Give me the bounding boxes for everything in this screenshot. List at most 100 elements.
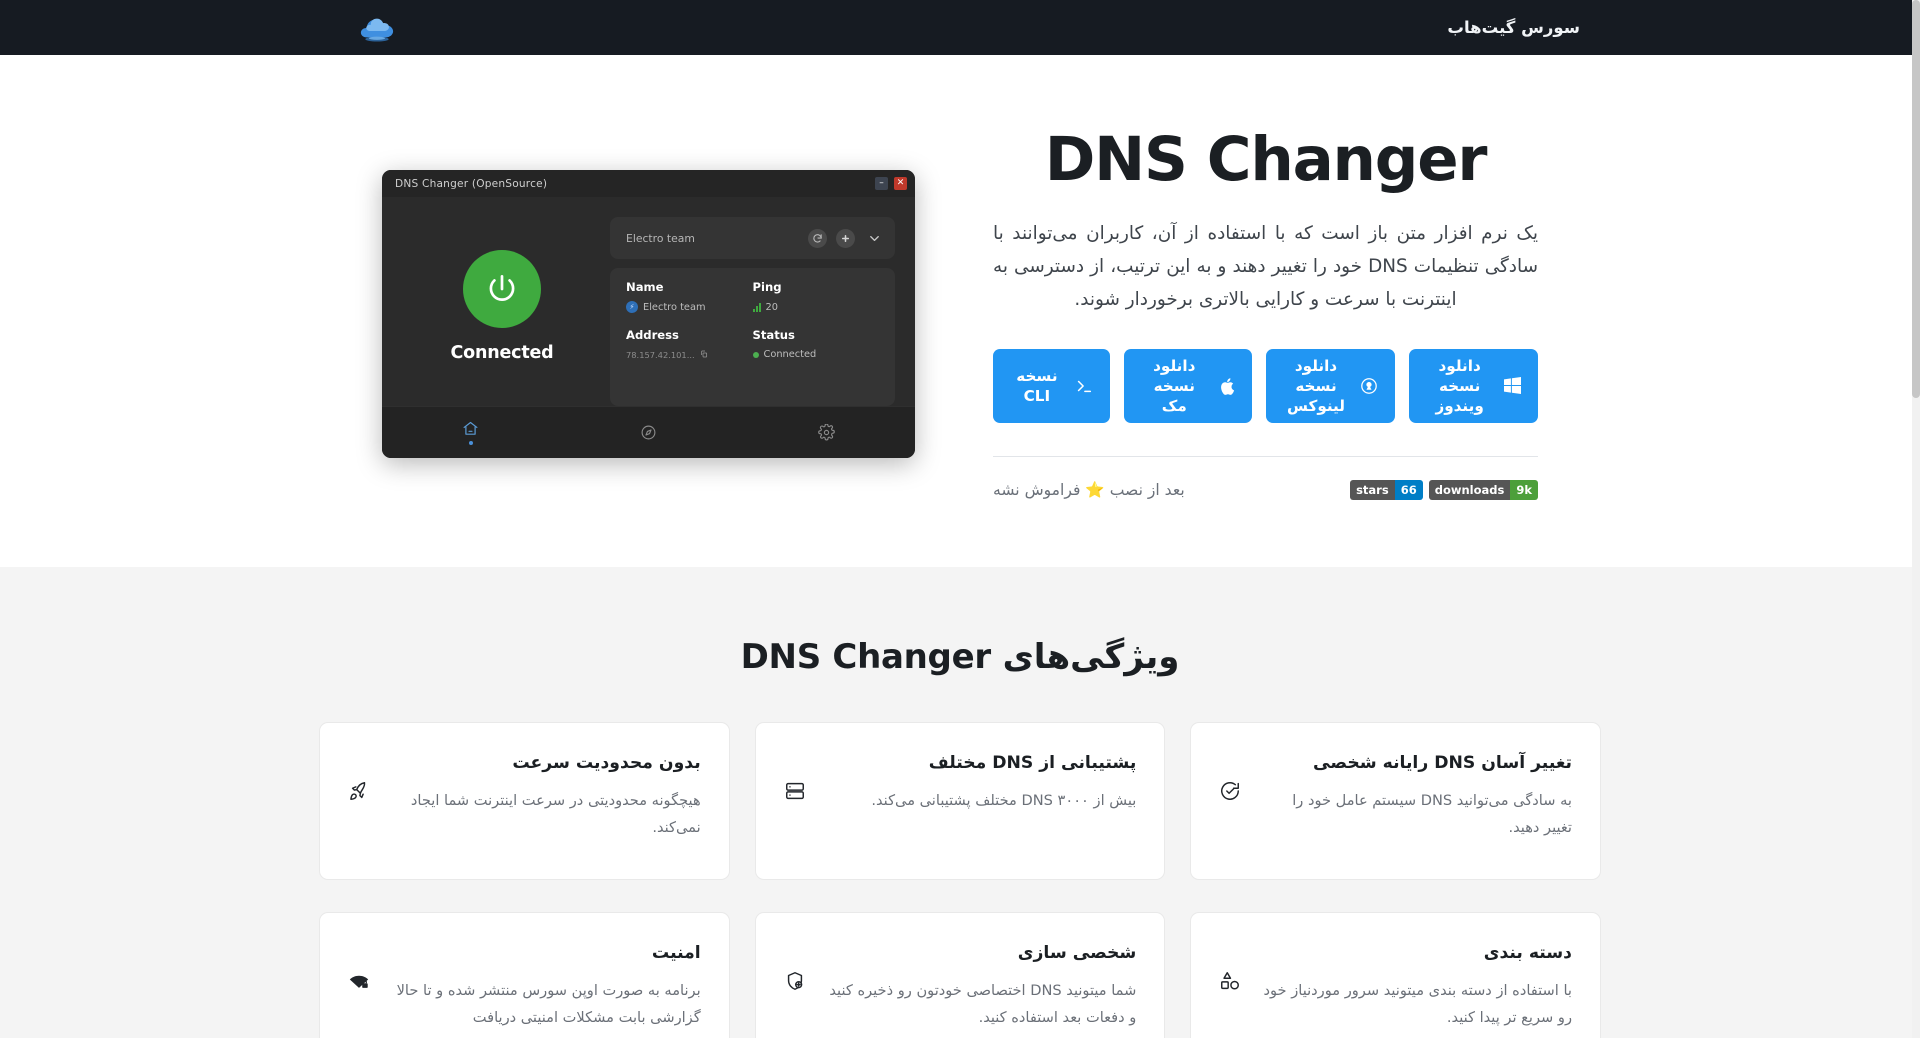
feature-card: امنیت برنامه به صورت اوپن سورس منتشر شده… — [319, 912, 730, 1038]
scrollbar-thumb[interactable] — [1912, 0, 1920, 398]
chevron-down-icon[interactable] — [864, 231, 882, 246]
column-header-status: Status — [752, 328, 795, 342]
dns-row-ping-text: 20 — [765, 301, 778, 313]
server-icon — [784, 751, 806, 806]
column-header-name: Name — [626, 280, 664, 294]
app-bottom-nav — [382, 406, 915, 458]
nav-active-dot — [468, 441, 473, 445]
brand-logo[interactable] — [355, 11, 399, 45]
minimize-button[interactable]: – — [875, 177, 888, 190]
home-icon — [463, 421, 478, 435]
dns-row-ping: 20 — [752, 301, 880, 313]
app-preview-window: DNS Changer (OpenSource) – ✕ Connected E… — [382, 170, 915, 458]
hero-text-column: DNS Changer یک نرم افزار متن باز است که … — [993, 124, 1538, 500]
window-controls: – ✕ — [875, 177, 907, 190]
power-icon — [489, 274, 515, 301]
check-circle-rotate-icon — [1219, 751, 1241, 806]
dns-row-name: ⚡ Electro team — [626, 301, 753, 313]
dns-row-address: 78.157.42.101... — [626, 349, 753, 360]
dns-row-name-text: Electro team — [643, 301, 706, 313]
features-section: ویژگی‌های DNS Changer تغییر آسان DNS رای… — [0, 567, 1920, 1038]
wifi-lock-glyph — [349, 975, 369, 988]
dns-profile-name: Electro team — [626, 231, 695, 245]
power-toggle-button[interactable] — [463, 250, 541, 328]
feature-card-title: بدون محدودیت سرعت — [512, 753, 701, 773]
repo-badges: downloads 9k stars 66 — [1350, 479, 1538, 500]
stars-badge[interactable]: stars 66 — [1350, 479, 1423, 500]
nav-settings[interactable] — [817, 424, 835, 441]
hero-divider — [993, 455, 1538, 457]
dns-row-status: Connected — [752, 349, 880, 360]
download-windows-button[interactable]: دانلود نسخه ویندوز — [1409, 348, 1538, 423]
feature-card-desc: به سادگی می‌توانید DNS سیستم عامل خود را… — [1292, 792, 1572, 837]
nav-explore[interactable] — [640, 424, 657, 441]
windows-icon — [1504, 377, 1521, 395]
server-panel: Electro team Name Ping ⚡ Electro team 20… — [610, 213, 895, 406]
download-linux-label: دانلود نسخه لینوکس — [1287, 356, 1345, 415]
dns-row-status-text: Connected — [763, 349, 817, 360]
feature-card-text: بدون محدودیت سرعت هیچگونه محدودیتی در سر… — [392, 751, 701, 842]
feature-card-desc: بیش از ۳۰۰۰ DNS مختلف پشتیبانی می‌کند. — [871, 792, 1137, 810]
refresh-icon[interactable] — [808, 228, 827, 248]
wifi-lock-icon — [348, 941, 370, 996]
nav-link-github-source[interactable]: سورس گیت‌هاب — [1447, 18, 1580, 37]
feature-card-text: دسته بندی با استفاده از دسته بندی میتونی… — [1263, 941, 1572, 1032]
page-title: DNS Changer — [1044, 124, 1488, 196]
copy-icon[interactable] — [700, 350, 708, 360]
feature-card: دسته بندی با استفاده از دسته بندی میتونی… — [1190, 912, 1601, 1038]
top-navbar: سورس گیت‌هاب — [0, 0, 1920, 55]
app-titlebar: DNS Changer (OpenSource) – ✕ — [382, 170, 915, 197]
dns-details-card: Name Ping ⚡ Electro team 20 Address Stat… — [610, 268, 895, 406]
hero-description: یک نرم افزار متن باز است که با استفاده ا… — [993, 223, 1538, 310]
compass-icon — [641, 425, 656, 440]
close-button[interactable]: ✕ — [894, 177, 907, 190]
shapes-icon — [1219, 941, 1241, 996]
star-reminder-note: بعد از نصب ⭐ فراموش نشه — [993, 480, 1185, 499]
feature-card-title: پشتیبانی از DNS مختلف — [928, 753, 1137, 773]
feature-card-title: تغییر آسان DNS رایانه شخصی — [1313, 753, 1572, 773]
shield-plus-icon — [784, 941, 806, 996]
app-window-title: DNS Changer (OpenSource) — [395, 177, 548, 190]
navbar-links: سورس گیت‌هاب — [1447, 18, 1580, 37]
apple-icon — [1219, 377, 1235, 395]
feature-card-desc: با استفاده از دسته بندی میتونید سرور مور… — [1263, 982, 1572, 1027]
feature-card: شخصی سازی شما میتونید DNS اختصاصی خودتون… — [754, 912, 1166, 1038]
feature-card: بدون محدودیت سرعت هیچگونه محدودیتی در سر… — [319, 722, 730, 880]
terminal-icon — [1075, 377, 1093, 395]
download-mac-button[interactable]: دانلود نسخه مک — [1123, 348, 1252, 423]
provider-avatar-icon: ⚡ — [626, 301, 638, 313]
download-windows-label: دانلود نسخه ویندوز — [1435, 356, 1484, 415]
dns-profile-selector[interactable]: Electro team — [610, 217, 895, 259]
dns-row-address-text: 78.157.42.101... — [626, 349, 695, 360]
page-scrollbar[interactable] — [1912, 0, 1920, 1038]
gear-icon — [817, 424, 835, 441]
feature-card-desc: برنامه به صورت اوپن سورس منتشر شده و تا … — [396, 982, 701, 1027]
download-cli-button[interactable]: نسخه CLI — [993, 348, 1110, 423]
connection-status-label: Connected — [450, 343, 554, 363]
feature-card: تغییر آسان DNS رایانه شخصی به سادگی می‌ت… — [1190, 722, 1601, 880]
features-grid: تغییر آسان DNS رایانه شخصی به سادگی می‌ت… — [319, 722, 1601, 1038]
signal-bars-icon — [752, 302, 761, 312]
downloads-badge-value: 9k — [1510, 479, 1538, 500]
download-linux-button[interactable]: دانلود نسخه لینوکس — [1265, 348, 1396, 423]
add-icon[interactable] — [836, 228, 855, 248]
app-body: Connected Electro team Name Ping ⚡ Elect… — [382, 197, 915, 406]
status-dot-icon — [752, 351, 759, 358]
column-header-ping: Ping — [752, 280, 782, 294]
feature-card-title: شخصی سازی — [1017, 943, 1137, 963]
nav-home[interactable] — [462, 420, 479, 445]
rocket-icon — [348, 751, 370, 806]
hero-footer-row: بعد از نصب ⭐ فراموش نشه downloads 9k sta… — [993, 479, 1538, 500]
dns-details-grid: Name Ping ⚡ Electro team 20 Address Stat… — [626, 280, 879, 360]
downloads-badge[interactable]: downloads 9k — [1428, 479, 1538, 500]
feature-card-desc: شما میتونید DNS اختصاصی خودتون رو ذخیره … — [829, 982, 1137, 1027]
feature-card-text: شخصی سازی شما میتونید DNS اختصاصی خودتون… — [828, 941, 1137, 1032]
download-buttons-row: دانلود نسخه ویندوز دانلود نسخه لینوکس دا… — [993, 348, 1538, 423]
feature-card-title: دسته بندی — [1483, 943, 1572, 963]
download-cli-label: نسخه CLI — [1016, 366, 1058, 405]
feature-card-text: امنیت برنامه به صورت اوپن سورس منتشر شده… — [392, 941, 701, 1032]
download-mac-label: دانلود نسخه مک — [1153, 356, 1196, 415]
dns-changer-cloud-logo-icon — [360, 18, 394, 42]
connection-panel: Connected — [404, 213, 600, 406]
feature-card-text: تغییر آسان DNS رایانه شخصی به سادگی می‌ت… — [1263, 751, 1572, 842]
